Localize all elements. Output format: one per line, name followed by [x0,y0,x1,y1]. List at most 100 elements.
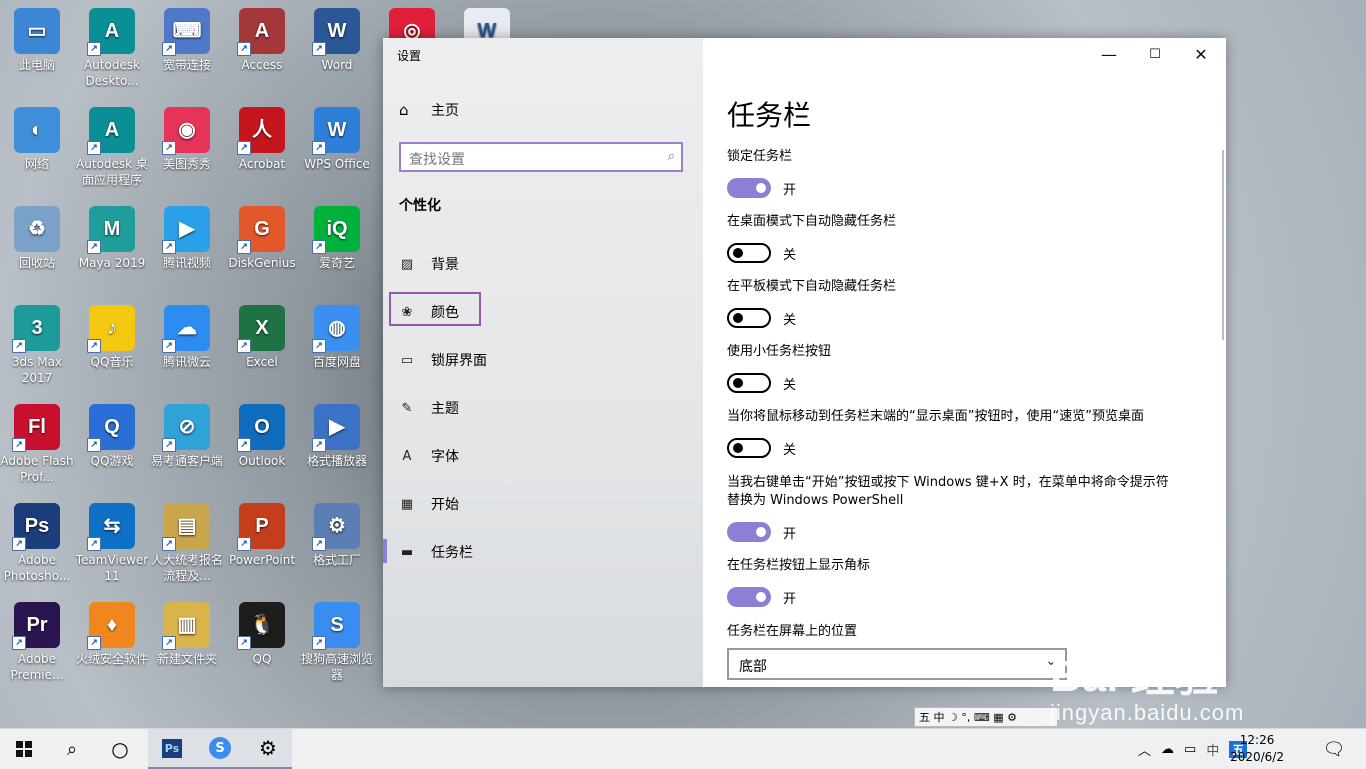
desktop-icon[interactable]: M ↗ Maya 2019 [75,206,149,271]
app-icon: ▶ ↗ [162,206,210,254]
app-icon: ◍ ↗ [312,305,360,353]
desktop-icon[interactable]: ▥ ↗ 新建文件夹 [150,602,224,667]
minimize-button[interactable]: — [1086,38,1132,70]
nav-item-image[interactable]: ▨ 背景 [399,254,459,274]
notification-button[interactable]: 🗨 [1310,729,1358,769]
desktop-icon[interactable]: ▶ ↗ 腾讯视频 [150,206,224,271]
ime-language[interactable]: 中 [1206,740,1219,759]
app-icon-glyph: A [104,20,120,42]
shortcut-arrow-icon: ↗ [237,141,251,155]
desktop-icon[interactable]: Q ↗ QQ游戏 [75,404,149,469]
nav-item-font[interactable]: A 字体 [399,446,459,466]
nav-item-taskbar[interactable]: ▬ 任务栏 [399,542,473,562]
setting-toggle[interactable]: 关 [727,438,796,458]
setting-toggle[interactable]: 开 [727,178,796,198]
desktop-icon[interactable]: 🐧 ↗ QQ [225,602,299,667]
search-icon[interactable]: ⌕ [668,149,675,164]
desktop-icon[interactable]: ▶ ↗ 格式播放器 [300,404,374,469]
app-icon: ⊘ ↗ [162,404,210,452]
desktop-icon[interactable]: Ps ↗ Adobe Photosho... [0,503,74,584]
task-view-button[interactable]: ○ [96,729,144,769]
taskbar-sogou-browser[interactable]: S [196,729,244,769]
desktop-icon[interactable]: W ↗ WPS Office [300,107,374,172]
desktop-icon[interactable]: Pr ↗ Adobe Premie... [0,602,74,683]
toggle-state-text: 关 [783,377,797,393]
desktop-icon[interactable]: ♦ ↗ 火绒安全软件 [75,602,149,667]
nav-item-theme[interactable]: ✎ 主题 [399,398,459,418]
nav-item-label: 锁屏界面 [431,353,487,369]
app-icon-glyph: ◐ [30,119,44,141]
desktop-icon-label: TeamViewer 11 [75,553,149,583]
taskbar-settings[interactable]: ⚙ [244,729,292,769]
nav-home[interactable]: ⌂ 主页 [399,100,459,120]
search-input[interactable]: 查找设置 ⌕ [399,142,683,172]
desktop-icon[interactable]: ⇆ ↗ TeamViewer 11 [75,503,149,584]
desktop-icon[interactable]: ▤ ↗ 人大统考报名流程及... [150,503,224,584]
desktop-icon[interactable]: ♻ 回收站 [0,206,74,271]
desktop-icon[interactable]: iQ ↗ 爱奇艺 [300,206,374,271]
settings-nav-pane: 设置 ⌂ 主页 查找设置 ⌕ 个性化 ▨ 背景 ❀ 颜色 ▭ 锁屏界面 ✎ 主题 A 字体 ▦ 开始 ▬… [383,38,703,687]
chevron-up-icon[interactable]: ︿ [1138,740,1151,759]
shortcut-arrow-icon: ↗ [237,240,251,254]
start-icon: ▦ [400,496,414,512]
desktop-icon[interactable]: ⚙ ↗ 格式工厂 [300,503,374,568]
position-select[interactable]: 底部 ⌄ [727,648,1067,680]
clock[interactable]: 12:26 2020/6/2 [1230,732,1284,766]
toggle-switch[interactable] [727,308,771,328]
scrollbar[interactable] [1222,150,1224,340]
taskbar-photoshop[interactable]: Ps [148,729,196,769]
desktop-icon[interactable]: ♪ ↗ QQ音乐 [75,305,149,370]
close-button[interactable]: ✕ [1178,38,1224,70]
desktop-icon[interactable]: ◉ ↗ 美图秀秀 [150,107,224,172]
app-icon: Pr ↗ [12,602,60,650]
nav-item-start[interactable]: ▦ 开始 [399,494,459,514]
photoshop-icon: Ps [161,738,183,758]
toggle-switch[interactable] [727,587,771,607]
nav-item-palette[interactable]: ❀ 颜色 [399,302,459,322]
desktop-icon[interactable]: ☁ ↗ 腾讯微云 [150,305,224,370]
shortcut-arrow-icon: ↗ [162,339,176,353]
desktop-icon[interactable]: A ↗ Autodesk 桌面应用程序 [75,107,149,188]
desktop-icon[interactable]: X ↗ Excel [225,305,299,370]
desktop-icon[interactable]: 3 ↗ 3ds Max 2017 [0,305,74,386]
toggle-switch[interactable] [727,373,771,393]
shortcut-arrow-icon: ↗ [12,339,26,353]
toggle-switch[interactable] [727,438,771,458]
nav-item-lock-screen[interactable]: ▭ 锁屏界面 [399,350,487,370]
app-icon-glyph: A [254,20,270,42]
desktop-icon[interactable]: W ↗ Word [300,8,374,73]
desktop-icon[interactable]: G ↗ DiskGenius [225,206,299,271]
app-icon: X ↗ [237,305,285,353]
desktop-icon[interactable]: ⊘ ↗ 易考通客户端 [150,404,224,469]
desktop-icon[interactable]: ◐ 网络 [0,107,74,172]
desktop-icon[interactable]: Fl ↗ Adobe Flash Prof... [0,404,74,485]
setting-toggle[interactable]: 关 [727,373,796,393]
setting-label: 在平板模式下自动隐藏任务栏 [727,279,897,294]
app-icon: G ↗ [237,206,285,254]
desktop-icon[interactable]: O ↗ Outlook [225,404,299,469]
desktop-icon[interactable]: 人 ↗ Acrobat [225,107,299,172]
desktop-icon[interactable]: ▭ 此电脑 [0,8,74,73]
network-icon[interactable]: ▭ [1184,742,1196,757]
maximize-button[interactable]: ☐ [1132,38,1178,70]
desktop-icon[interactable]: A ↗ Access [225,8,299,73]
toggle-switch[interactable] [727,178,771,198]
desktop-icon[interactable]: S ↗ 搜狗高速浏览器 [300,602,374,683]
start-button[interactable] [0,729,48,769]
app-icon: ♦ ↗ [87,602,135,650]
toggle-switch[interactable] [727,243,771,263]
search-button[interactable]: ⌕ [48,729,96,769]
desktop-icon[interactable]: P ↗ PowerPoint [225,503,299,568]
desktop-icon[interactable]: ⌨ ↗ 宽带连接 [150,8,224,73]
setting-toggle[interactable]: 关 [727,243,796,263]
toggle-switch[interactable] [727,522,771,542]
desktop-icon[interactable]: A ↗ Autodesk Deskto... [75,8,149,89]
shortcut-arrow-icon: ↗ [87,537,101,551]
setting-toggle[interactable]: 开 [727,587,796,607]
setting-toggle[interactable]: 开 [727,522,796,542]
desktop-icon-label: QQ游戏 [90,454,134,468]
desktop-icon[interactable]: ◍ ↗ 百度网盘 [300,305,374,370]
onedrive-icon[interactable]: ☁ [1161,742,1174,757]
setting-toggle[interactable]: 关 [727,308,796,328]
ime-toolbar[interactable]: 五 中 ☽ °, ⌨ ▦ ⚙ [914,707,1058,727]
